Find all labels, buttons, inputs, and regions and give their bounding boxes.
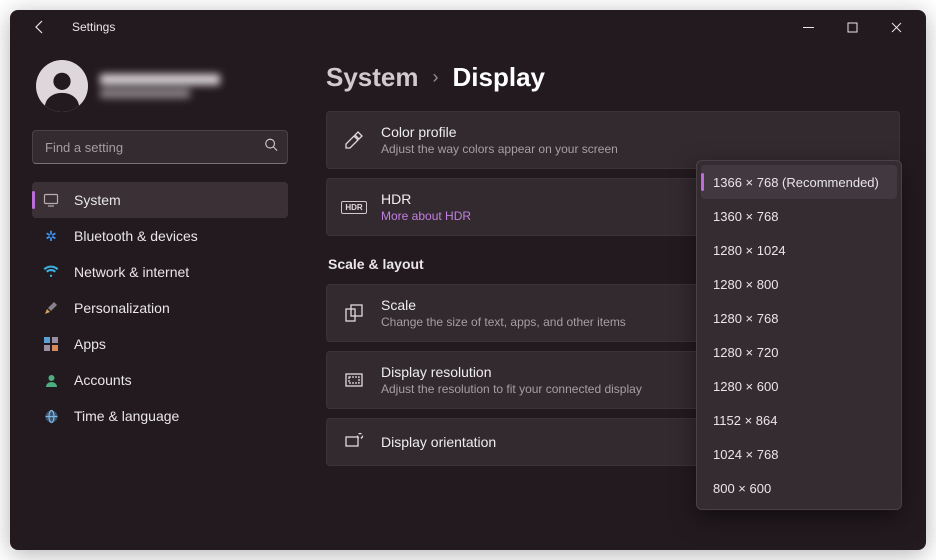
dropdown-option[interactable]: 1280 × 800 [701,267,897,301]
search-input[interactable] [32,130,288,164]
breadcrumb-current: Display [453,62,546,93]
window-controls [786,10,918,44]
nav-label: Bluetooth & devices [74,228,198,244]
card-subtitle: Adjust the way colors appear on your scr… [381,142,883,156]
sidebar: System ✲ Bluetooth & devices Network & i… [10,44,300,550]
nav-label: Time & language [74,408,179,424]
dropdown-option[interactable]: 1366 × 768 (Recommended) [701,165,897,199]
nav-apps[interactable]: Apps [32,326,288,362]
dropdown-option[interactable]: 1024 × 768 [701,437,897,471]
search-icon [264,138,278,157]
dropdown-option[interactable]: 800 × 600 [701,471,897,505]
dropdown-option[interactable]: 1280 × 600 [701,369,897,403]
nav-accounts[interactable]: Accounts [32,362,288,398]
nav-label: Personalization [74,300,170,316]
scale-icon [343,302,365,324]
titlebar: Settings [10,10,926,44]
dropdown-option[interactable]: 1280 × 768 [701,301,897,335]
nav-list: System ✲ Bluetooth & devices Network & i… [32,182,288,434]
breadcrumb-root[interactable]: System [326,62,419,93]
apps-icon [42,335,60,353]
nav-personalization[interactable]: Personalization [32,290,288,326]
nav-time-language[interactable]: Time & language [32,398,288,434]
titlebar-title: Settings [72,20,115,34]
dropdown-option[interactable]: 1152 × 864 [701,403,897,437]
maximize-button[interactable] [830,10,874,44]
main-pane: System › Display Color profile Adjust th… [300,44,926,550]
settings-window: Settings Syste [10,10,926,550]
dropdown-option[interactable]: 1280 × 1024 [701,233,897,267]
globe-icon [42,407,60,425]
nav-label: Accounts [74,372,132,388]
accounts-icon [42,371,60,389]
pen-icon [343,129,365,151]
wifi-icon [42,263,60,281]
nav-label: Apps [74,336,106,352]
avatar [36,60,88,112]
nav-bluetooth[interactable]: ✲ Bluetooth & devices [32,218,288,254]
back-button[interactable] [26,13,54,41]
resolution-icon [343,369,365,391]
card-title: Color profile [381,124,883,140]
hdr-icon: HDR [343,196,365,218]
resolution-dropdown[interactable]: 1366 × 768 (Recommended) 1360 × 768 1280… [696,160,902,510]
nav-system[interactable]: System [32,182,288,218]
bluetooth-icon: ✲ [42,227,60,245]
orientation-icon [343,431,365,453]
profile-block[interactable] [36,60,288,112]
nav-label: System [74,192,121,208]
search-box[interactable] [32,130,288,164]
dropdown-option[interactable]: 1360 × 768 [701,199,897,233]
profile-text-blurred [100,74,220,98]
chevron-right-icon: › [433,67,439,88]
minimize-button[interactable] [786,10,830,44]
dropdown-option[interactable]: 1280 × 720 [701,335,897,369]
nav-label: Network & internet [74,264,189,280]
nav-network[interactable]: Network & internet [32,254,288,290]
paintbrush-icon [42,299,60,317]
system-icon [42,191,60,209]
close-button[interactable] [874,10,918,44]
breadcrumb: System › Display [326,62,900,93]
